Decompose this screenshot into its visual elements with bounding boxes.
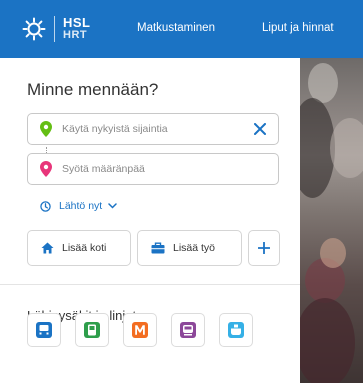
close-icon bbox=[254, 123, 266, 135]
journey-planner-panel: Minne mennään? Käytä nykyistä sijaintia bbox=[0, 58, 300, 383]
ferry-icon bbox=[228, 322, 244, 338]
page: HSL HRT Matkustaminen Liput ja hinnat Mi… bbox=[0, 0, 363, 383]
clock-icon bbox=[40, 200, 51, 212]
metro-icon bbox=[132, 322, 148, 338]
home-icon bbox=[41, 242, 54, 254]
origin-pin-icon bbox=[40, 121, 52, 137]
add-work-label: Lisää työ bbox=[173, 242, 216, 254]
logo-text: HSL HRT bbox=[63, 15, 91, 41]
chevron-down-icon bbox=[108, 203, 117, 209]
top-navigation-bar: HSL HRT Matkustaminen Liput ja hinnat bbox=[0, 0, 363, 58]
logo-line-1: HSL bbox=[63, 15, 91, 30]
mode-tram-button[interactable] bbox=[75, 313, 109, 347]
add-home-label: Lisää koti bbox=[62, 242, 107, 254]
section-divider bbox=[0, 284, 300, 285]
mode-bus-button[interactable] bbox=[27, 313, 61, 347]
origin-placeholder: Käytä nykyistä sijaintia bbox=[62, 123, 168, 135]
destination-input[interactable]: Syötä määränpää bbox=[27, 153, 279, 185]
origin-input[interactable]: Käytä nykyistä sijaintia bbox=[27, 113, 279, 145]
logo-divider bbox=[54, 16, 55, 42]
nav-link-matkustaminen[interactable]: Matkustaminen bbox=[137, 22, 215, 34]
briefcase-icon bbox=[151, 242, 165, 254]
nav-link-liput-ja-hinnat[interactable]: Liput ja hinnat bbox=[262, 22, 334, 34]
train-icon bbox=[180, 322, 196, 338]
bus-icon bbox=[36, 322, 52, 338]
mode-train-button[interactable] bbox=[171, 313, 205, 347]
clear-origin-button[interactable] bbox=[250, 119, 270, 139]
panel-title: Minne mennään? bbox=[27, 80, 159, 99]
add-home-button[interactable]: Lisää koti bbox=[27, 230, 131, 266]
destination-pin-icon bbox=[40, 161, 52, 177]
mode-metro-button[interactable] bbox=[123, 313, 157, 347]
plus-icon bbox=[258, 242, 270, 254]
add-work-button[interactable]: Lisää työ bbox=[137, 230, 242, 266]
add-favourite-button[interactable] bbox=[248, 230, 280, 266]
tram-icon bbox=[84, 322, 100, 338]
departure-time-label: Lähtö nyt bbox=[59, 200, 103, 212]
departure-time-selector[interactable]: Lähtö nyt bbox=[40, 200, 125, 212]
logo-line-2: HRT bbox=[63, 29, 88, 41]
background-photo bbox=[300, 58, 363, 383]
hsl-emblem-icon bbox=[22, 17, 46, 41]
hsl-logo[interactable]: HSL HRT bbox=[22, 16, 91, 42]
destination-placeholder: Syötä määränpää bbox=[62, 163, 145, 175]
mode-ferry-button[interactable] bbox=[219, 313, 253, 347]
